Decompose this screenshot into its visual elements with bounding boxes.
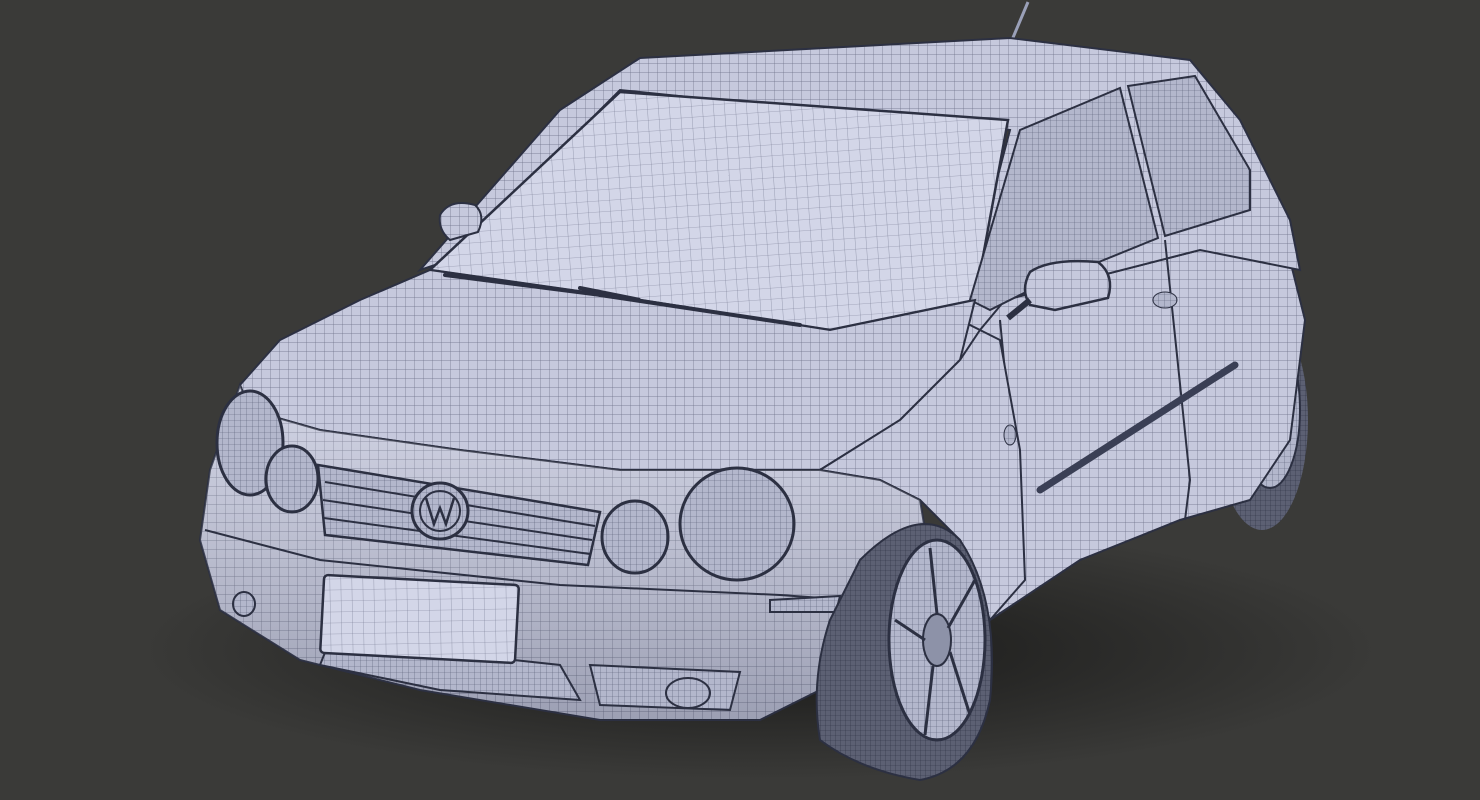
fog-light-left bbox=[232, 591, 256, 617]
turn-signal bbox=[769, 594, 842, 613]
headlight-right-inner bbox=[600, 499, 670, 575]
fog-light-right bbox=[665, 677, 711, 709]
antenna bbox=[1010, 1, 1030, 41]
door-handle bbox=[1152, 291, 1178, 309]
car-render-svg bbox=[140, 1, 1380, 782]
headlight-right-outer bbox=[678, 466, 796, 582]
vw-badge-icon bbox=[410, 481, 470, 541]
side-marker bbox=[1003, 424, 1017, 446]
headlight-left-inner bbox=[264, 444, 320, 514]
license-plate bbox=[319, 573, 521, 665]
lower-grille-right bbox=[588, 663, 742, 712]
wireframe-render bbox=[0, 0, 1480, 800]
